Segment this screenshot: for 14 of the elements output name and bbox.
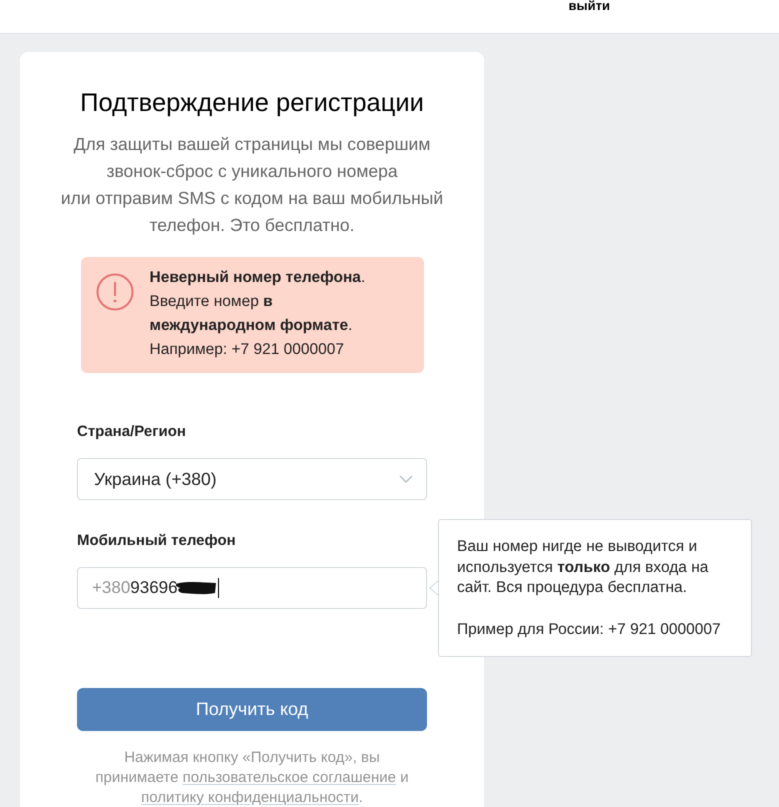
- description-text: Для защиты вашей страницы мы совершим звонок-сброс с уникального номера или отправим SMS с кодом на ваш мобильный телефон. Это бесплатно.: [60, 133, 444, 237]
- terms-notice: Нажимая кнопку «Получить код», вы принимаете пользовательское соглашение и политику конфиденциальности.: [94, 748, 410, 807]
- field-label: Страна/Регион: [77, 422, 187, 442]
- error-message: Неверный номер телефона. Введите номер в международном формате. Например: +7 921 0000007: [150, 268, 366, 360]
- country-select[interactable]: Украина (+380): [77, 458, 427, 500]
- field-label: Мобильный телефон: [77, 531, 237, 551]
- phone-input[interactable]: +38093696: [77, 567, 427, 609]
- exclamation-circle-icon: [96, 273, 134, 311]
- page-title: Подтверждение регистрации: [80, 88, 424, 118]
- get-code-button[interactable]: Получить код: [77, 688, 427, 731]
- logout-link[interactable]: выйти: [568, 0, 610, 12]
- chevron-down-icon: [399, 475, 413, 483]
- tooltip-example: Пример для России: +7 921 0000007: [457, 620, 722, 640]
- tooltip-text: Ваш номер нигде не выводится и используется только для входа на сайт. Вся процедура бесплатна.: [457, 537, 710, 598]
